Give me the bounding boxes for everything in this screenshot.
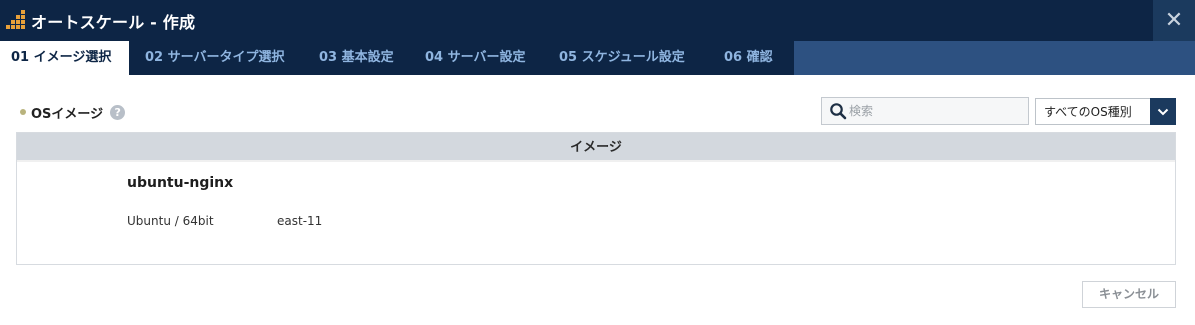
section-title: OSイメージ (31, 106, 104, 122)
image-name: ubuntu-nginx (127, 175, 234, 191)
os-type-select[interactable]: すべてのOS種別 (1035, 98, 1176, 125)
image-table: イメージ ubuntu-nginx Ubuntu / 64bit east-11 (16, 132, 1176, 265)
title-bar: オートスケール - 作成 ✕ (0, 0, 1195, 41)
bullet-icon (20, 109, 26, 115)
tab-schedule-settings[interactable]: 05 スケジュール設定 (559, 41, 685, 75)
close-icon: ✕ (1164, 8, 1184, 33)
wizard-tabs: 01 イメージ選択 02 サーバータイプ選択 03 基本設定 04 サーバー設定… (0, 41, 1195, 75)
table-row[interactable]: ubuntu-nginx Ubuntu / 64bit east-11 (17, 162, 1175, 264)
help-icon[interactable]: ? (110, 104, 126, 120)
image-zone: east-11 (277, 214, 323, 228)
window-title: オートスケール - 作成 (31, 13, 196, 32)
tab-confirm[interactable]: 06 確認 (724, 41, 773, 75)
search-icon (830, 103, 847, 120)
os-type-select-value: すべてのOS種別 (1044, 105, 1132, 119)
tab-image-select[interactable]: 01 イメージ選択 (0, 41, 129, 75)
search-input[interactable] (849, 104, 1019, 118)
chevron-down-icon (1157, 108, 1169, 115)
autoscale-bars-icon (6, 10, 25, 29)
tab-server-settings[interactable]: 04 サーバー設定 (425, 41, 526, 75)
table-header-image: イメージ (17, 133, 1175, 162)
cancel-button[interactable]: キャンセル (1082, 281, 1176, 308)
search-box[interactable] (821, 97, 1029, 125)
section-header: OSイメージ ? (20, 103, 126, 122)
os-type-dropdown-button[interactable] (1150, 98, 1176, 125)
tab-server-type-select[interactable]: 02 サーバータイプ選択 (145, 41, 285, 75)
image-os: Ubuntu / 64bit (127, 214, 214, 228)
close-button[interactable]: ✕ (1153, 0, 1195, 41)
tab-basic-settings[interactable]: 03 基本設定 (319, 41, 394, 75)
